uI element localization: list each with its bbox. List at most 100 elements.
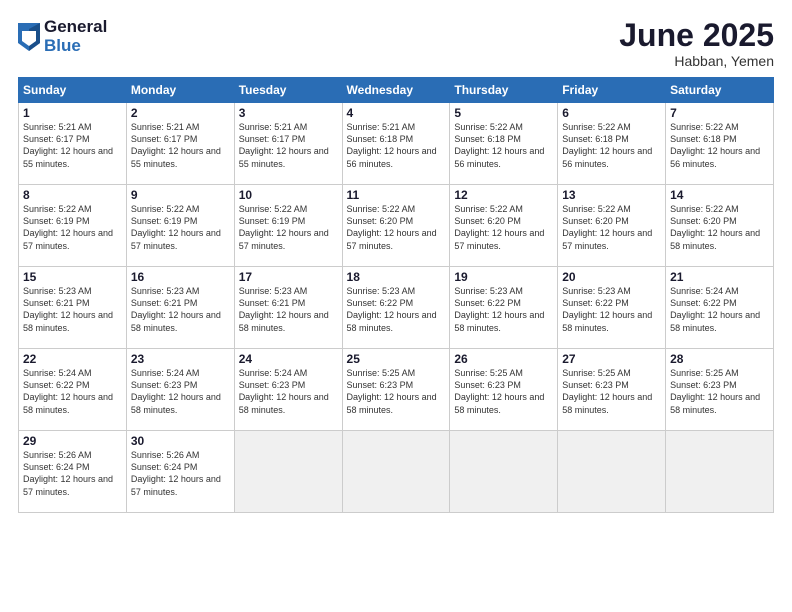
cell-content: Sunrise: 5:22 AMSunset: 6:19 PMDaylight:…: [239, 204, 329, 250]
table-row: 27 Sunrise: 5:25 AMSunset: 6:23 PMDaylig…: [558, 349, 666, 431]
day-number: 15: [23, 270, 122, 284]
cell-content: Sunrise: 5:22 AMSunset: 6:20 PMDaylight:…: [670, 204, 760, 250]
cell-content: Sunrise: 5:25 AMSunset: 6:23 PMDaylight:…: [347, 368, 437, 414]
cell-content: Sunrise: 5:24 AMSunset: 6:23 PMDaylight:…: [131, 368, 221, 414]
header-monday: Monday: [126, 78, 234, 103]
cell-content: Sunrise: 5:22 AMSunset: 6:19 PMDaylight:…: [131, 204, 221, 250]
day-number: 27: [562, 352, 661, 366]
cell-content: Sunrise: 5:22 AMSunset: 6:20 PMDaylight:…: [347, 204, 437, 250]
cell-content: Sunrise: 5:26 AMSunset: 6:24 PMDaylight:…: [131, 450, 221, 496]
cell-content: Sunrise: 5:24 AMSunset: 6:22 PMDaylight:…: [23, 368, 113, 414]
day-number: 10: [239, 188, 338, 202]
table-row: 30 Sunrise: 5:26 AMSunset: 6:24 PMDaylig…: [126, 431, 234, 513]
day-number: 16: [131, 270, 230, 284]
table-row: 18 Sunrise: 5:23 AMSunset: 6:22 PMDaylig…: [342, 267, 450, 349]
logo: General Blue: [18, 18, 107, 55]
header: General Blue June 2025 Habban, Yemen: [18, 18, 774, 69]
day-number: 3: [239, 106, 338, 120]
day-number: 14: [670, 188, 769, 202]
day-number: 7: [670, 106, 769, 120]
logo-blue-text: Blue: [44, 37, 107, 56]
table-row: 25 Sunrise: 5:25 AMSunset: 6:23 PMDaylig…: [342, 349, 450, 431]
cell-content: Sunrise: 5:23 AMSunset: 6:22 PMDaylight:…: [454, 286, 544, 332]
day-number: 24: [239, 352, 338, 366]
table-row: [234, 431, 342, 513]
cell-content: Sunrise: 5:22 AMSunset: 6:20 PMDaylight:…: [562, 204, 652, 250]
cell-content: Sunrise: 5:23 AMSunset: 6:21 PMDaylight:…: [239, 286, 329, 332]
cell-content: Sunrise: 5:22 AMSunset: 6:18 PMDaylight:…: [454, 122, 544, 168]
cell-content: Sunrise: 5:26 AMSunset: 6:24 PMDaylight:…: [23, 450, 113, 496]
cell-content: Sunrise: 5:22 AMSunset: 6:18 PMDaylight:…: [562, 122, 652, 168]
title-block: June 2025 Habban, Yemen: [619, 18, 774, 69]
table-row: 24 Sunrise: 5:24 AMSunset: 6:23 PMDaylig…: [234, 349, 342, 431]
day-number: 6: [562, 106, 661, 120]
table-row: 9 Sunrise: 5:22 AMSunset: 6:19 PMDayligh…: [126, 185, 234, 267]
table-row: 10 Sunrise: 5:22 AMSunset: 6:19 PMDaylig…: [234, 185, 342, 267]
calendar-week-row: 15 Sunrise: 5:23 AMSunset: 6:21 PMDaylig…: [19, 267, 774, 349]
table-row: [558, 431, 666, 513]
table-row: 26 Sunrise: 5:25 AMSunset: 6:23 PMDaylig…: [450, 349, 558, 431]
day-number: 29: [23, 434, 122, 448]
day-number: 20: [562, 270, 661, 284]
logo-icon: [18, 23, 40, 51]
cell-content: Sunrise: 5:22 AMSunset: 6:18 PMDaylight:…: [670, 122, 760, 168]
day-number: 25: [347, 352, 446, 366]
table-row: 12 Sunrise: 5:22 AMSunset: 6:20 PMDaylig…: [450, 185, 558, 267]
cell-content: Sunrise: 5:25 AMSunset: 6:23 PMDaylight:…: [454, 368, 544, 414]
header-tuesday: Tuesday: [234, 78, 342, 103]
day-number: 21: [670, 270, 769, 284]
header-saturday: Saturday: [666, 78, 774, 103]
cell-content: Sunrise: 5:23 AMSunset: 6:21 PMDaylight:…: [23, 286, 113, 332]
table-row: 1 Sunrise: 5:21 AMSunset: 6:17 PMDayligh…: [19, 103, 127, 185]
day-number: 4: [347, 106, 446, 120]
calendar-week-row: 1 Sunrise: 5:21 AMSunset: 6:17 PMDayligh…: [19, 103, 774, 185]
calendar-week-row: 22 Sunrise: 5:24 AMSunset: 6:22 PMDaylig…: [19, 349, 774, 431]
table-row: 2 Sunrise: 5:21 AMSunset: 6:17 PMDayligh…: [126, 103, 234, 185]
day-number: 5: [454, 106, 553, 120]
day-number: 17: [239, 270, 338, 284]
header-sunday: Sunday: [19, 78, 127, 103]
calendar-header-row: Sunday Monday Tuesday Wednesday Thursday…: [19, 78, 774, 103]
cell-content: Sunrise: 5:24 AMSunset: 6:23 PMDaylight:…: [239, 368, 329, 414]
cell-content: Sunrise: 5:23 AMSunset: 6:22 PMDaylight:…: [562, 286, 652, 332]
day-number: 19: [454, 270, 553, 284]
cell-content: Sunrise: 5:25 AMSunset: 6:23 PMDaylight:…: [670, 368, 760, 414]
table-row: 6 Sunrise: 5:22 AMSunset: 6:18 PMDayligh…: [558, 103, 666, 185]
day-number: 8: [23, 188, 122, 202]
table-row: 13 Sunrise: 5:22 AMSunset: 6:20 PMDaylig…: [558, 185, 666, 267]
table-row: 21 Sunrise: 5:24 AMSunset: 6:22 PMDaylig…: [666, 267, 774, 349]
cell-content: Sunrise: 5:25 AMSunset: 6:23 PMDaylight:…: [562, 368, 652, 414]
table-row: 8 Sunrise: 5:22 AMSunset: 6:19 PMDayligh…: [19, 185, 127, 267]
day-number: 13: [562, 188, 661, 202]
cell-content: Sunrise: 5:23 AMSunset: 6:21 PMDaylight:…: [131, 286, 221, 332]
calendar-week-row: 8 Sunrise: 5:22 AMSunset: 6:19 PMDayligh…: [19, 185, 774, 267]
day-number: 18: [347, 270, 446, 284]
table-row: 19 Sunrise: 5:23 AMSunset: 6:22 PMDaylig…: [450, 267, 558, 349]
calendar-table: Sunday Monday Tuesday Wednesday Thursday…: [18, 77, 774, 513]
cell-content: Sunrise: 5:22 AMSunset: 6:20 PMDaylight:…: [454, 204, 544, 250]
logo-text: General Blue: [44, 18, 107, 55]
calendar-week-row: 29 Sunrise: 5:26 AMSunset: 6:24 PMDaylig…: [19, 431, 774, 513]
table-row: 17 Sunrise: 5:23 AMSunset: 6:21 PMDaylig…: [234, 267, 342, 349]
day-number: 9: [131, 188, 230, 202]
table-row: 14 Sunrise: 5:22 AMSunset: 6:20 PMDaylig…: [666, 185, 774, 267]
cell-content: Sunrise: 5:22 AMSunset: 6:19 PMDaylight:…: [23, 204, 113, 250]
cell-content: Sunrise: 5:21 AMSunset: 6:17 PMDaylight:…: [239, 122, 329, 168]
cell-content: Sunrise: 5:24 AMSunset: 6:22 PMDaylight:…: [670, 286, 760, 332]
cell-content: Sunrise: 5:21 AMSunset: 6:17 PMDaylight:…: [131, 122, 221, 168]
page: General Blue June 2025 Habban, Yemen Sun…: [0, 0, 792, 612]
month-title: June 2025: [619, 18, 774, 53]
table-row: 3 Sunrise: 5:21 AMSunset: 6:17 PMDayligh…: [234, 103, 342, 185]
day-number: 11: [347, 188, 446, 202]
day-number: 12: [454, 188, 553, 202]
day-number: 2: [131, 106, 230, 120]
logo-general-text: General: [44, 18, 107, 37]
table-row: 11 Sunrise: 5:22 AMSunset: 6:20 PMDaylig…: [342, 185, 450, 267]
day-number: 28: [670, 352, 769, 366]
table-row: 28 Sunrise: 5:25 AMSunset: 6:23 PMDaylig…: [666, 349, 774, 431]
cell-content: Sunrise: 5:21 AMSunset: 6:17 PMDaylight:…: [23, 122, 113, 168]
table-row: 20 Sunrise: 5:23 AMSunset: 6:22 PMDaylig…: [558, 267, 666, 349]
day-number: 23: [131, 352, 230, 366]
header-friday: Friday: [558, 78, 666, 103]
table-row: 7 Sunrise: 5:22 AMSunset: 6:18 PMDayligh…: [666, 103, 774, 185]
